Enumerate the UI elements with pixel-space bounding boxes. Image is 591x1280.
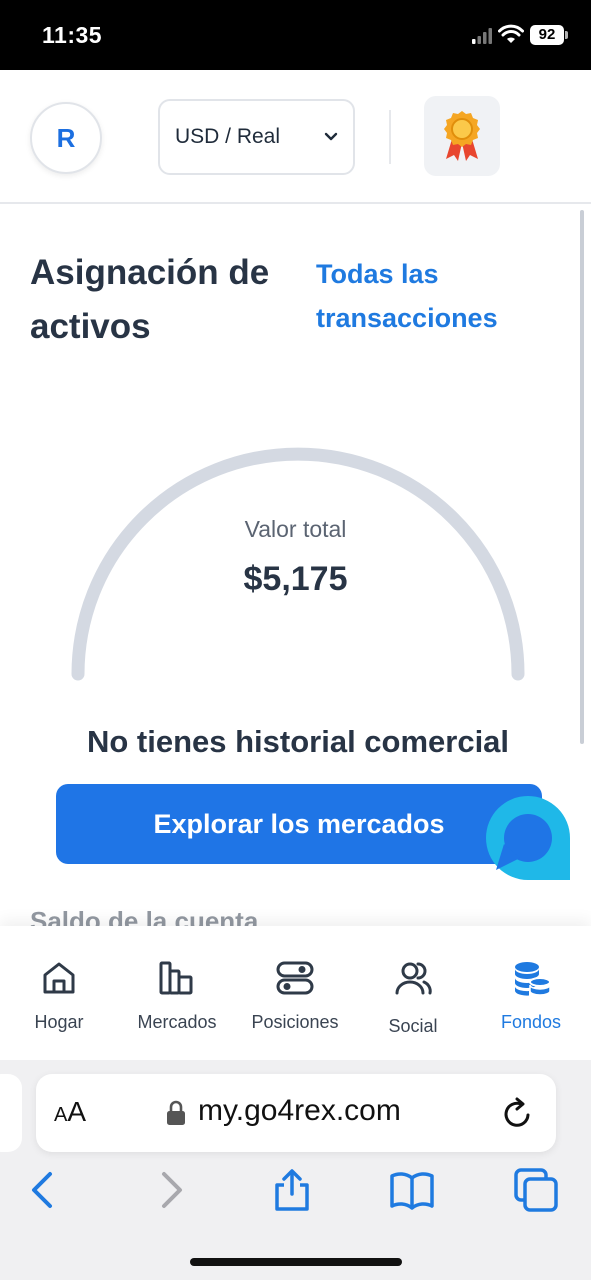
home-icon [43,962,75,994]
currency-selector[interactable]: USD / Real [158,99,355,175]
nav-item-mercados[interactable]: Mercados [118,926,236,1060]
status-bar: 11:35 92 [0,0,591,70]
asset-allocation-section: Asignación de activos Todas las transacc… [0,206,591,926]
reload-icon[interactable] [502,1096,534,1130]
bookmarks-icon[interactable] [390,1168,434,1212]
bottom-navigation: Hogar Mercados Posiciones Social Fondos [0,926,591,1060]
next-section-title: Saldo de la cuenta [30,906,259,926]
nav-label: Posiciones [251,1012,339,1032]
chevron-down-icon [324,132,338,141]
total-value-amount: $5,175 [243,560,348,598]
scrollbar[interactable] [580,210,584,744]
all-transactions-link[interactable]: Todas las transacciones [316,252,546,340]
award-badge-icon [444,111,480,161]
nav-label: Mercados [137,1012,217,1032]
coins-icon [515,962,551,996]
text-size-button[interactable]: AA [54,1096,86,1128]
battery-tip [565,31,568,39]
cellular-signal-icon [472,28,492,44]
previous-tab-peek[interactable] [0,1074,22,1152]
nav-label: Fondos [500,1012,562,1032]
users-icon [395,962,432,995]
nav-item-fondos[interactable]: Fondos [472,926,590,1060]
clock-time: 11:35 [42,22,103,48]
tabs-icon[interactable] [514,1168,558,1212]
total-value-label: Valor total [244,516,347,542]
bar-chart-icon [159,961,193,995]
nav-item-hogar[interactable]: Hogar [0,926,118,1060]
nav-item-posiciones[interactable]: Posiciones [236,926,354,1060]
nav-label: Social [388,1016,438,1036]
nav-label: Hogar [34,1012,84,1032]
battery-indicator: 92 [530,25,564,45]
app-header: R USD / Real [0,70,591,204]
home-indicator [190,1258,402,1266]
lock-icon [167,1100,185,1125]
share-icon[interactable] [270,1168,314,1212]
rewards-button[interactable] [424,96,500,176]
toggles-icon [276,961,314,995]
chat-support-icon[interactable] [482,792,574,884]
header-divider [389,110,391,164]
empty-history-message: No tienes historial comercial [86,724,510,759]
wifi-icon [498,24,524,43]
address-bar[interactable]: AA my.go4rex.com [36,1074,556,1152]
browser-toolbar: AA my.go4rex.com [0,1060,591,1280]
url-text: my.go4rex.com [198,1094,401,1127]
forward-icon[interactable] [148,1168,192,1212]
section-title: Asignación de activos [30,253,270,346]
user-avatar[interactable]: R [30,102,102,174]
nav-item-social[interactable]: Social [354,926,472,1060]
currency-selector-label: USD / Real [175,125,281,148]
back-icon[interactable] [22,1168,66,1212]
explore-markets-button[interactable]: Explorar los mercados [56,784,542,864]
